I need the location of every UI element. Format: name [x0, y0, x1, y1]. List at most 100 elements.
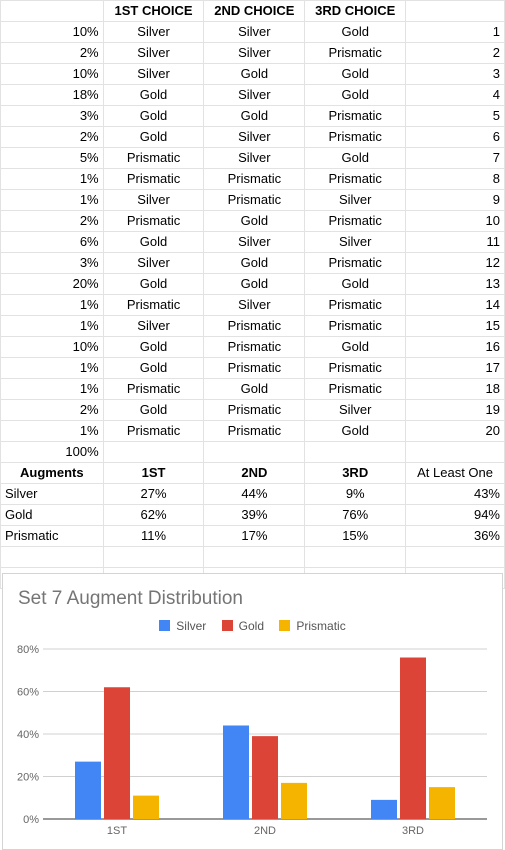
row-number-cell[interactable]: 12 [405, 252, 505, 274]
choice-3-cell[interactable]: Prismatic [304, 42, 407, 64]
choice-3-cell[interactable]: Prismatic [304, 252, 407, 274]
choice-2-cell[interactable]: Gold [203, 105, 306, 127]
choice-1-cell[interactable]: Gold [102, 399, 205, 421]
summary-header-2nd[interactable]: 2ND [203, 462, 306, 484]
choice-3-cell[interactable]: Prismatic [304, 168, 407, 190]
header-cell-3rd-choice[interactable]: 3RD CHOICE [304, 0, 407, 22]
empty-cell[interactable] [102, 546, 205, 568]
percent-cell[interactable]: 6% [0, 231, 104, 253]
summary-header-3rd[interactable]: 3RD [304, 462, 407, 484]
choice-1-cell[interactable]: Silver [102, 189, 205, 211]
choice-2-cell[interactable]: Silver [203, 42, 306, 64]
choice-3-cell[interactable]: Prismatic [304, 357, 407, 379]
row-number-cell[interactable]: 1 [405, 21, 505, 43]
choice-3-cell[interactable]: Prismatic [304, 210, 407, 232]
row-number-cell[interactable]: 18 [405, 378, 505, 400]
row-number-cell[interactable]: 14 [405, 294, 505, 316]
choice-2-cell[interactable]: Gold [203, 252, 306, 274]
choice-2-cell[interactable]: Prismatic [203, 336, 306, 358]
choice-1-cell[interactable]: Prismatic [102, 147, 205, 169]
choice-1-cell[interactable]: Gold [102, 336, 205, 358]
choice-2-cell[interactable]: Prismatic [203, 189, 306, 211]
summary-1st-cell[interactable]: 62% [102, 504, 205, 526]
percent-cell[interactable]: 1% [0, 420, 104, 442]
row-number-cell[interactable]: 19 [405, 399, 505, 421]
percent-cell[interactable]: 10% [0, 63, 104, 85]
empty-cell[interactable] [304, 441, 407, 463]
summary-2nd-cell[interactable]: 39% [203, 504, 306, 526]
header-cell[interactable] [0, 0, 104, 22]
header-cell[interactable] [405, 0, 505, 22]
augment-name-cell[interactable]: Prismatic [0, 525, 104, 547]
percent-cell[interactable]: 1% [0, 357, 104, 379]
row-number-cell[interactable]: 16 [405, 336, 505, 358]
choice-1-cell[interactable]: Prismatic [102, 168, 205, 190]
percent-cell[interactable]: 2% [0, 42, 104, 64]
choice-3-cell[interactable]: Gold [304, 84, 407, 106]
choice-1-cell[interactable]: Silver [102, 63, 205, 85]
percent-cell[interactable]: 5% [0, 147, 104, 169]
percent-cell[interactable]: 10% [0, 21, 104, 43]
choice-3-cell[interactable]: Gold [304, 63, 407, 85]
choice-3-cell[interactable]: Prismatic [304, 105, 407, 127]
summary-2nd-cell[interactable]: 44% [203, 483, 306, 505]
choice-2-cell[interactable]: Gold [203, 210, 306, 232]
choice-3-cell[interactable]: Silver [304, 189, 407, 211]
choice-1-cell[interactable]: Silver [102, 315, 205, 337]
choice-3-cell[interactable]: Silver [304, 231, 407, 253]
percent-cell[interactable]: 1% [0, 378, 104, 400]
row-number-cell[interactable]: 6 [405, 126, 505, 148]
choice-2-cell[interactable]: Silver [203, 231, 306, 253]
row-number-cell[interactable]: 7 [405, 147, 505, 169]
percent-cell[interactable]: 1% [0, 168, 104, 190]
percent-cell[interactable]: 2% [0, 126, 104, 148]
row-number-cell[interactable]: 15 [405, 315, 505, 337]
percent-cell[interactable]: 3% [0, 252, 104, 274]
empty-cell[interactable] [405, 441, 505, 463]
summary-3rd-cell[interactable]: 9% [304, 483, 407, 505]
choice-1-cell[interactable]: Gold [102, 105, 205, 127]
choice-2-cell[interactable]: Gold [203, 63, 306, 85]
row-number-cell[interactable]: 11 [405, 231, 505, 253]
total-percent-cell[interactable]: 100% [0, 441, 104, 463]
percent-cell[interactable]: 3% [0, 105, 104, 127]
choice-3-cell[interactable]: Gold [304, 336, 407, 358]
summary-at-least-one-cell[interactable]: 43% [405, 483, 505, 505]
percent-cell[interactable]: 2% [0, 210, 104, 232]
summary-at-least-one-cell[interactable]: 94% [405, 504, 505, 526]
choice-3-cell[interactable]: Prismatic [304, 126, 407, 148]
choice-1-cell[interactable]: Gold [102, 273, 205, 295]
choice-3-cell[interactable]: Prismatic [304, 294, 407, 316]
row-number-cell[interactable]: 5 [405, 105, 505, 127]
empty-cell[interactable] [304, 546, 407, 568]
choice-1-cell[interactable]: Prismatic [102, 420, 205, 442]
percent-cell[interactable]: 1% [0, 189, 104, 211]
summary-3rd-cell[interactable]: 15% [304, 525, 407, 547]
choice-2-cell[interactable]: Silver [203, 84, 306, 106]
percent-cell[interactable]: 1% [0, 294, 104, 316]
summary-1st-cell[interactable]: 11% [102, 525, 205, 547]
row-number-cell[interactable]: 2 [405, 42, 505, 64]
choice-1-cell[interactable]: Silver [102, 21, 205, 43]
percent-cell[interactable]: 2% [0, 399, 104, 421]
summary-2nd-cell[interactable]: 17% [203, 525, 306, 547]
choice-2-cell[interactable]: Silver [203, 21, 306, 43]
row-number-cell[interactable]: 17 [405, 357, 505, 379]
choice-3-cell[interactable]: Gold [304, 147, 407, 169]
summary-header-augments[interactable]: Augments [0, 462, 104, 484]
choice-1-cell[interactable]: Gold [102, 231, 205, 253]
empty-cell[interactable] [102, 441, 205, 463]
empty-cell[interactable] [0, 546, 104, 568]
percent-cell[interactable]: 20% [0, 273, 104, 295]
percent-cell[interactable]: 1% [0, 315, 104, 337]
choice-2-cell[interactable]: Prismatic [203, 357, 306, 379]
row-number-cell[interactable]: 13 [405, 273, 505, 295]
choice-3-cell[interactable]: Prismatic [304, 315, 407, 337]
choice-2-cell[interactable]: Gold [203, 273, 306, 295]
empty-cell[interactable] [203, 441, 306, 463]
summary-header-at-least-one[interactable]: At Least One [405, 462, 505, 484]
choice-1-cell[interactable]: Gold [102, 357, 205, 379]
row-number-cell[interactable]: 3 [405, 63, 505, 85]
row-number-cell[interactable]: 9 [405, 189, 505, 211]
chart-card[interactable]: Set 7 Augment Distribution Silver Gold P… [2, 573, 503, 850]
